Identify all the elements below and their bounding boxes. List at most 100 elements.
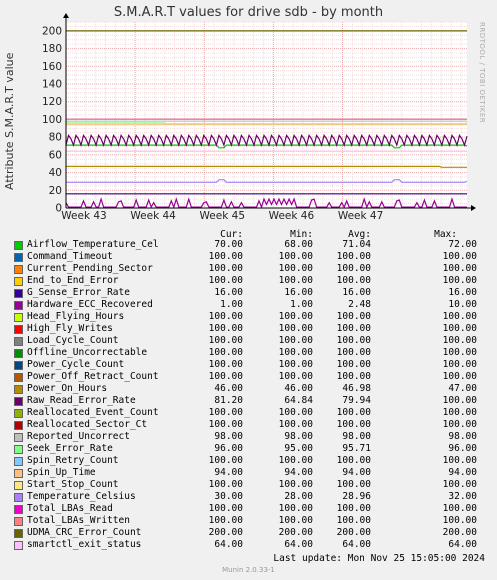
- legend-swatch: [14, 445, 23, 454]
- legend-row: Head_Flying_Hours 100.00 100.00 100.00 100.0…: [0, 311, 497, 323]
- y-tick-label: 160: [42, 61, 62, 73]
- legend-series-name: End_to_End_Error: [27, 275, 119, 286]
- legend-max-value: 100.00: [442, 515, 477, 526]
- legend-max-value: 100.00: [442, 479, 477, 490]
- legend-max-value: 100.00: [442, 251, 477, 262]
- legend-row: Airflow_Temperature_Cel 70.00 68.00 71.04 72…: [0, 239, 497, 251]
- legend-avg-value: 100.00: [336, 455, 371, 466]
- y-tick-label: 40: [49, 167, 62, 179]
- legend-avg-value: 16.00: [342, 287, 371, 298]
- legend-swatch: [14, 301, 23, 310]
- legend-avg-value: 100.00: [336, 323, 371, 334]
- munin-version: Munin 2.0.33-1: [222, 566, 275, 574]
- legend-avg-value: 2.48: [348, 299, 371, 310]
- legend-avg-value: 100.00: [336, 407, 371, 418]
- legend-row: Power_On_Hours 46.00 46.00 46.98 47.00: [0, 383, 497, 395]
- x-tick-label: Week 45: [200, 210, 245, 222]
- legend-cur-value: 200.00: [208, 527, 243, 538]
- legend-cur-value: 100.00: [208, 515, 243, 526]
- legend-max-value: 64.00: [448, 539, 477, 550]
- legend-max-value: 47.00: [448, 383, 477, 394]
- legend-avg-value: 46.98: [342, 383, 371, 394]
- x-tick-label: Week 47: [338, 210, 383, 222]
- legend-row: Command_Timeout 100.00 100.00 100.00 100.00: [0, 251, 497, 263]
- legend-row: Spin_Up_Time 94.00 94.00 94.00 94.00: [0, 467, 497, 479]
- legend-avg-value: 98.00: [342, 431, 371, 442]
- legend-cur-value: 98.00: [214, 431, 243, 442]
- legend-swatch: [14, 457, 23, 466]
- legend-cur-value: 100.00: [208, 371, 243, 382]
- y-tick-label: 60: [49, 149, 62, 161]
- legend-series-name: Start_Stop_Count: [27, 479, 119, 490]
- legend-swatch: [14, 313, 23, 322]
- legend-max-value: 100.00: [442, 455, 477, 466]
- legend-cur-value: 94.00: [214, 467, 243, 478]
- legend-avg-value: 100.00: [336, 251, 371, 262]
- legend-cur-value: 100.00: [208, 311, 243, 322]
- legend-series-name: smartctl_exit_status: [27, 539, 142, 550]
- last-update: Last update: Mon Nov 25 15:05:00 2024: [273, 553, 485, 564]
- legend-swatch: [14, 529, 23, 538]
- legend-cur-value: 100.00: [208, 335, 243, 346]
- legend-cur-value: 100.00: [208, 419, 243, 430]
- x-tick-label: Week 43: [61, 210, 106, 222]
- legend-swatch: [14, 337, 23, 346]
- legend-row: Hardware_ECC_Recovered 1.00 1.00 2.48 10.00: [0, 299, 497, 311]
- y-tick-label: 120: [42, 96, 62, 108]
- legend-avg-value: 95.71: [342, 443, 371, 454]
- legend-swatch: [14, 505, 23, 514]
- legend-row: UDMA_CRC_Error_Count 200.00 200.00 200.00 20…: [0, 527, 497, 539]
- legend-swatch: [14, 373, 23, 382]
- legend-max-value: 100.00: [442, 371, 477, 382]
- legend-series-name: Power_On_Hours: [27, 383, 108, 394]
- legend-max-value: 100.00: [442, 335, 477, 346]
- legend-max-value: 98.00: [448, 431, 477, 442]
- y-tick-label: 180: [42, 43, 62, 55]
- legend-series-name: Airflow_Temperature_Cel: [27, 239, 159, 250]
- chart-plot: 020406080100120140160180200Week 43 Week 4…: [42, 13, 476, 222]
- legend-cur-value: 1.00: [220, 299, 243, 310]
- legend-max-value: 100.00: [442, 347, 477, 358]
- legend-swatch: [14, 385, 23, 394]
- legend-series-name: High_Fly_Writes: [27, 323, 113, 334]
- legend-max-value: 100.00: [442, 359, 477, 370]
- legend-cur-value: 96.00: [214, 443, 243, 454]
- legend-swatch: [14, 253, 23, 262]
- legend-row: Offline_Uncorrectable 100.00 100.00 100.00 1…: [0, 347, 497, 359]
- legend-cur-value: 64.00: [214, 539, 243, 550]
- legend-avg-value: 100.00: [336, 503, 371, 514]
- legend-max-value: 96.00: [448, 443, 477, 454]
- legend-row: smartctl_exit_status 64.00 64.00 64.00 64.00: [0, 539, 497, 551]
- legend-avg-value: 64.00: [342, 539, 371, 550]
- legend-swatch: [14, 433, 23, 442]
- legend-row: Temperature_Celsius 30.00 28.00 28.96 32.00: [0, 491, 497, 503]
- legend-series-name: Reallocated_Sector_Ct: [27, 419, 148, 430]
- legend-series-name: Offline_Uncorrectable: [27, 347, 148, 358]
- y-tick-label: 200: [42, 25, 62, 37]
- legend-avg-value: 94.00: [342, 467, 371, 478]
- legend-row: Raw_Read_Error_Rate 81.20 64.84 79.94 100.00: [0, 395, 497, 407]
- legend-cur-value: 81.20: [214, 395, 243, 406]
- legend-swatch: [14, 481, 23, 490]
- legend-cur-value: 100.00: [208, 455, 243, 466]
- legend-series-name: Head_Flying_Hours: [27, 311, 125, 322]
- legend-series-name: UDMA_CRC_Error_Count: [27, 527, 142, 538]
- legend-cur-value: 16.00: [214, 287, 243, 298]
- legend-cur-value: 46.00: [214, 383, 243, 394]
- legend-cur-value: 100.00: [208, 503, 243, 514]
- legend-cur-value: 100.00: [208, 347, 243, 358]
- legend-max-value: 94.00: [448, 467, 477, 478]
- legend-max-value: 100.00: [442, 263, 477, 274]
- legend-max-value: 10.00: [448, 299, 477, 310]
- legend-cur-value: 100.00: [208, 263, 243, 274]
- legend-row: Load_Cycle_Count 100.00 100.00 100.00 100.00: [0, 335, 497, 347]
- legend-max-value: 100.00: [442, 395, 477, 406]
- legend-series-name: Reported_Uncorrect: [27, 431, 130, 442]
- legend-avg-value: 100.00: [336, 263, 371, 274]
- legend-cur-value: 100.00: [208, 275, 243, 286]
- legend-swatch: [14, 541, 23, 550]
- legend-row: Power_Off_Retract_Count 100.00 100.00 100.0…: [0, 371, 497, 383]
- legend-series-name: Power_Cycle_Count: [27, 359, 125, 370]
- legend-avg-value: 200.00: [336, 527, 371, 538]
- legend-avg-value: 100.00: [336, 275, 371, 286]
